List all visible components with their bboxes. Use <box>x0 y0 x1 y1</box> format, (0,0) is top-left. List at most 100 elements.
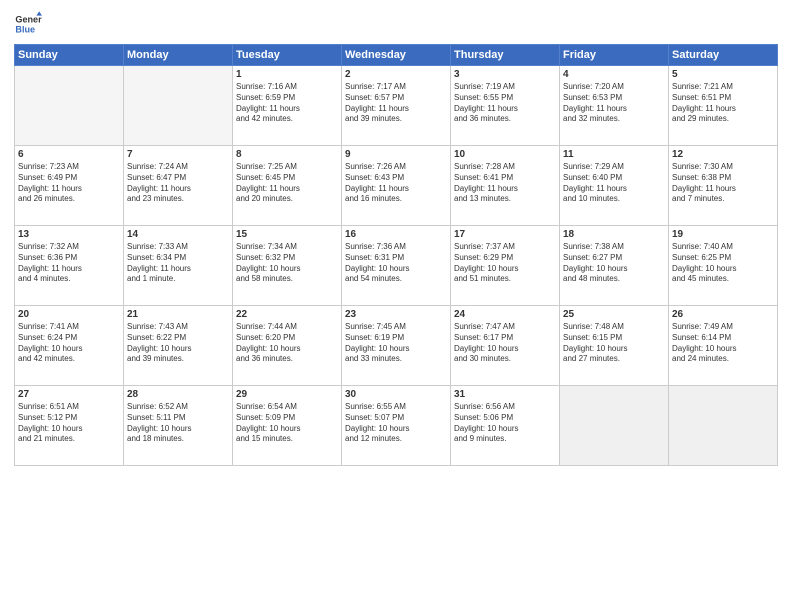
calendar-cell <box>124 66 233 146</box>
calendar-cell: 30Sunrise: 6:55 AM Sunset: 5:07 PM Dayli… <box>342 386 451 466</box>
day-number: 3 <box>454 69 556 80</box>
calendar-cell: 11Sunrise: 7:29 AM Sunset: 6:40 PM Dayli… <box>560 146 669 226</box>
cell-info: Sunrise: 7:38 AM Sunset: 6:27 PM Dayligh… <box>563 242 665 285</box>
calendar-cell: 16Sunrise: 7:36 AM Sunset: 6:31 PM Dayli… <box>342 226 451 306</box>
day-number: 21 <box>127 309 229 320</box>
calendar-cell: 27 Sunrise: 6:51 AM Sunset: 5:12 PM Dayli… <box>15 386 124 466</box>
day-number: 5 <box>672 69 774 80</box>
cell-info: Sunrise: 7:16 AM Sunset: 6:59 PM Dayligh… <box>236 82 338 125</box>
calendar-cell: 22 Sunrise: 7:44 AM Sunset: 6:20 PM Dayli… <box>233 306 342 386</box>
calendar-row: 6 Sunrise: 7:23 AM Sunset: 6:49 PM Daylig… <box>15 146 778 226</box>
cell-info: Sunrise: 7:28 AM Sunset: 6:41 PM Dayligh… <box>454 162 556 205</box>
logo-icon: General Blue <box>14 10 42 38</box>
cell-info: Sunrise: 7:29 AM Sunset: 6:40 PM Dayligh… <box>563 162 665 205</box>
calendar-cell: 4Sunrise: 7:20 AM Sunset: 6:53 PM Daylig… <box>560 66 669 146</box>
weekday-header-monday: Monday <box>124 45 233 66</box>
calendar-cell: 21 Sunrise: 7:43 AM Sunset: 6:22 PM Dayli… <box>124 306 233 386</box>
cell-info: Sunrise: 6:54 AM Sunset: 5:09 PM Dayligh… <box>236 402 338 445</box>
weekday-header-saturday: Saturday <box>669 45 778 66</box>
cell-info: Sunrise: 7:49 AM Sunset: 6:14 PM Dayligh… <box>672 322 774 365</box>
day-number: 24 <box>454 309 556 320</box>
day-number: 26 <box>672 309 774 320</box>
day-number: 27 <box>18 389 120 400</box>
calendar-cell: 24 Sunrise: 7:47 AM Sunset: 6:17 PM Dayli… <box>451 306 560 386</box>
header: General Blue <box>14 10 778 38</box>
cell-info: Sunrise: 7:47 AM Sunset: 6:17 PM Dayligh… <box>454 322 556 365</box>
calendar-cell: 12 Sunrise: 7:30 AM Sunset: 6:38 PM Dayli… <box>669 146 778 226</box>
day-number: 16 <box>345 229 447 240</box>
day-number: 23 <box>345 309 447 320</box>
cell-info: Sunrise: 7:20 AM Sunset: 6:53 PM Dayligh… <box>563 82 665 125</box>
cell-info: Sunrise: 7:41 AM Sunset: 6:24 PM Dayligh… <box>18 322 120 365</box>
day-number: 31 <box>454 389 556 400</box>
cell-info: Sunrise: 7:25 AM Sunset: 6:45 PM Dayligh… <box>236 162 338 205</box>
day-number: 6 <box>18 149 120 160</box>
day-number: 14 <box>127 229 229 240</box>
calendar-cell: 3 Sunrise: 7:19 AM Sunset: 6:55 PM Daylig… <box>451 66 560 146</box>
calendar-cell: 2 Sunrise: 7:17 AM Sunset: 6:57 PM Daylig… <box>342 66 451 146</box>
calendar-cell: 19 Sunrise: 7:40 AM Sunset: 6:25 PM Dayli… <box>669 226 778 306</box>
weekday-header-thursday: Thursday <box>451 45 560 66</box>
day-number: 9 <box>345 149 447 160</box>
calendar-cell: 20 Sunrise: 7:41 AM Sunset: 6:24 PM Dayli… <box>15 306 124 386</box>
cell-info: Sunrise: 7:44 AM Sunset: 6:20 PM Dayligh… <box>236 322 338 365</box>
day-number: 19 <box>672 229 774 240</box>
calendar-cell: 6 Sunrise: 7:23 AM Sunset: 6:49 PM Daylig… <box>15 146 124 226</box>
cell-info: Sunrise: 7:32 AM Sunset: 6:36 PM Dayligh… <box>18 242 120 285</box>
calendar-cell: 10Sunrise: 7:28 AM Sunset: 6:41 PM Dayli… <box>451 146 560 226</box>
cell-info: Sunrise: 7:23 AM Sunset: 6:49 PM Dayligh… <box>18 162 120 205</box>
cell-info: Sunrise: 7:43 AM Sunset: 6:22 PM Dayligh… <box>127 322 229 365</box>
day-number: 30 <box>345 389 447 400</box>
calendar-cell: 8 Sunrise: 7:25 AM Sunset: 6:45 PM Daylig… <box>233 146 342 226</box>
day-number: 13 <box>18 229 120 240</box>
cell-info: Sunrise: 7:45 AM Sunset: 6:19 PM Dayligh… <box>345 322 447 365</box>
cell-info: Sunrise: 6:52 AM Sunset: 5:11 PM Dayligh… <box>127 402 229 445</box>
day-number: 8 <box>236 149 338 160</box>
cell-info: Sunrise: 7:48 AM Sunset: 6:15 PM Dayligh… <box>563 322 665 365</box>
cell-info: Sunrise: 7:21 AM Sunset: 6:51 PM Dayligh… <box>672 82 774 125</box>
cell-info: Sunrise: 7:37 AM Sunset: 6:29 PM Dayligh… <box>454 242 556 285</box>
calendar-table: SundayMondayTuesdayWednesdayThursdayFrid… <box>14 44 778 466</box>
calendar-cell: 18 Sunrise: 7:38 AM Sunset: 6:27 PM Dayli… <box>560 226 669 306</box>
logo: General Blue <box>14 10 42 38</box>
cell-info: Sunrise: 7:26 AM Sunset: 6:43 PM Dayligh… <box>345 162 447 205</box>
cell-info: Sunrise: 7:24 AM Sunset: 6:47 PM Dayligh… <box>127 162 229 205</box>
calendar-cell: 7 Sunrise: 7:24 AM Sunset: 6:47 PM Daylig… <box>124 146 233 226</box>
day-number: 7 <box>127 149 229 160</box>
day-number: 22 <box>236 309 338 320</box>
calendar-cell: 31 Sunrise: 6:56 AM Sunset: 5:06 PM Dayli… <box>451 386 560 466</box>
cell-info: Sunrise: 7:17 AM Sunset: 6:57 PM Dayligh… <box>345 82 447 125</box>
cell-info: Sunrise: 7:33 AM Sunset: 6:34 PM Dayligh… <box>127 242 229 285</box>
cell-info: Sunrise: 6:51 AM Sunset: 5:12 PM Dayligh… <box>18 402 120 445</box>
day-number: 1 <box>236 69 338 80</box>
day-number: 25 <box>563 309 665 320</box>
calendar-cell: 29 Sunrise: 6:54 AM Sunset: 5:09 PM Dayli… <box>233 386 342 466</box>
day-number: 28 <box>127 389 229 400</box>
weekday-header-friday: Friday <box>560 45 669 66</box>
day-number: 20 <box>18 309 120 320</box>
weekday-header-tuesday: Tuesday <box>233 45 342 66</box>
day-number: 2 <box>345 69 447 80</box>
cell-info: Sunrise: 7:40 AM Sunset: 6:25 PM Dayligh… <box>672 242 774 285</box>
calendar-cell: 14 Sunrise: 7:33 AM Sunset: 6:34 PM Dayli… <box>124 226 233 306</box>
day-number: 17 <box>454 229 556 240</box>
calendar-cell: 5 Sunrise: 7:21 AM Sunset: 6:51 PM Daylig… <box>669 66 778 146</box>
svg-text:Blue: Blue <box>15 24 35 34</box>
calendar-cell <box>15 66 124 146</box>
day-number: 29 <box>236 389 338 400</box>
calendar-cell: 26 Sunrise: 7:49 AM Sunset: 6:14 PM Dayli… <box>669 306 778 386</box>
day-number: 12 <box>672 149 774 160</box>
calendar-cell: 28 Sunrise: 6:52 AM Sunset: 5:11 PM Dayli… <box>124 386 233 466</box>
day-number: 18 <box>563 229 665 240</box>
calendar-cell: 17 Sunrise: 7:37 AM Sunset: 6:29 PM Dayli… <box>451 226 560 306</box>
calendar-row: 20 Sunrise: 7:41 AM Sunset: 6:24 PM Dayli… <box>15 306 778 386</box>
cell-info: Sunrise: 6:56 AM Sunset: 5:06 PM Dayligh… <box>454 402 556 445</box>
calendar-cell: 23 Sunrise: 7:45 AM Sunset: 6:19 PM Dayli… <box>342 306 451 386</box>
calendar-cell <box>669 386 778 466</box>
calendar-cell: 15Sunrise: 7:34 AM Sunset: 6:32 PM Dayli… <box>233 226 342 306</box>
day-number: 15 <box>236 229 338 240</box>
cell-info: Sunrise: 7:19 AM Sunset: 6:55 PM Dayligh… <box>454 82 556 125</box>
calendar-row: 1 Sunrise: 7:16 AM Sunset: 6:59 PM Daylig… <box>15 66 778 146</box>
svg-text:General: General <box>15 15 42 25</box>
cell-info: Sunrise: 7:30 AM Sunset: 6:38 PM Dayligh… <box>672 162 774 205</box>
